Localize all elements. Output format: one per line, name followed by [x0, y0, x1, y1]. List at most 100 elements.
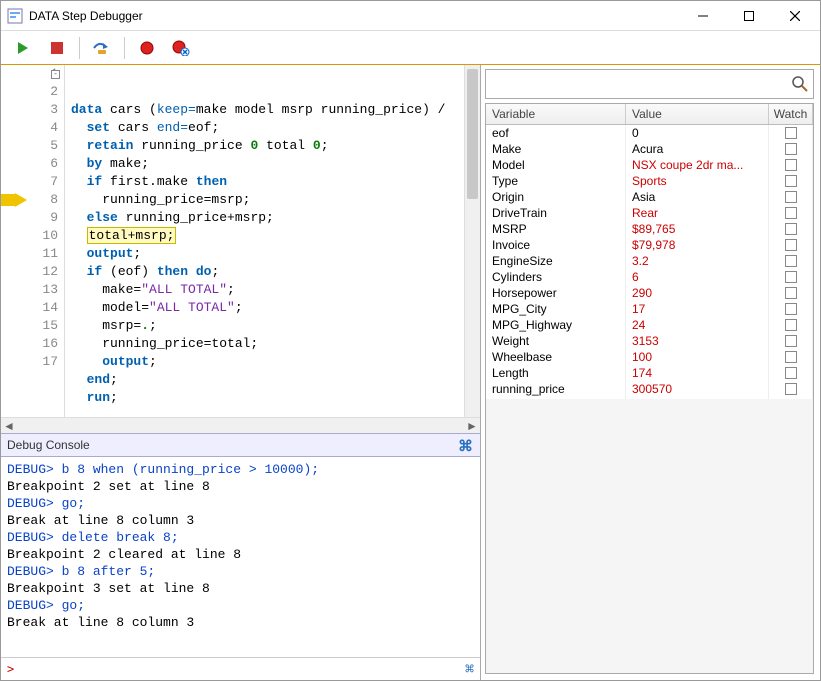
code-line[interactable]: data cars (keep=make model msrp running_…: [65, 101, 480, 119]
watch-checkbox[interactable]: [785, 207, 797, 219]
gutter-line[interactable]: 13: [1, 281, 64, 299]
variable-row[interactable]: MPG_City17: [486, 301, 813, 317]
code-line[interactable]: end;: [65, 371, 480, 389]
code-area[interactable]: data cars (keep=make model msrp running_…: [65, 65, 480, 417]
col-variable[interactable]: Variable: [486, 104, 626, 124]
variable-row[interactable]: running_price300570: [486, 381, 813, 397]
watch-checkbox[interactable]: [785, 335, 797, 347]
code-line[interactable]: set cars end=eof;: [65, 119, 480, 137]
code-editor[interactable]: 1-234567891011121314151617 data cars (ke…: [1, 65, 480, 417]
watch-checkbox[interactable]: [785, 287, 797, 299]
col-watch[interactable]: Watch: [769, 104, 813, 124]
command-input[interactable]: [18, 661, 465, 677]
horizontal-scrollbar[interactable]: ◄ ►: [1, 417, 480, 433]
gutter-line[interactable]: 11: [1, 245, 64, 263]
gutter-line[interactable]: 17: [1, 353, 64, 371]
gutter-line[interactable]: 6: [1, 155, 64, 173]
code-line[interactable]: if (eof) then do;: [65, 263, 480, 281]
variable-row[interactable]: Horsepower290: [486, 285, 813, 301]
code-line[interactable]: else running_price+msrp;: [65, 209, 480, 227]
code-line[interactable]: msrp=.;: [65, 317, 480, 335]
variable-row[interactable]: Cylinders6: [486, 269, 813, 285]
command-keys-icon[interactable]: ⌘: [465, 660, 474, 678]
watch-checkbox[interactable]: [785, 367, 797, 379]
code-line[interactable]: make="ALL TOTAL";: [65, 281, 480, 299]
variable-row[interactable]: DriveTrainRear: [486, 205, 813, 221]
variable-row[interactable]: MPG_Highway24: [486, 317, 813, 333]
step-over-button[interactable]: [92, 38, 112, 58]
variable-name: Horsepower: [486, 285, 626, 301]
variable-row[interactable]: Length174: [486, 365, 813, 381]
watch-checkbox[interactable]: [785, 143, 797, 155]
variable-row[interactable]: Weight3153: [486, 333, 813, 349]
variable-row[interactable]: EngineSize3.2: [486, 253, 813, 269]
variable-row[interactable]: MSRP$89,765: [486, 221, 813, 237]
variable-name: MPG_City: [486, 301, 626, 317]
gutter-line[interactable]: 3: [1, 101, 64, 119]
watch-checkbox[interactable]: [785, 191, 797, 203]
variable-row[interactable]: Wheelbase100: [486, 349, 813, 365]
watch-checkbox[interactable]: [785, 351, 797, 363]
vertical-scrollbar[interactable]: [464, 65, 480, 417]
variable-row[interactable]: TypeSports: [486, 173, 813, 189]
watch-cell: [769, 285, 813, 301]
gutter-line[interactable]: 14: [1, 299, 64, 317]
gutter-line[interactable]: 5: [1, 137, 64, 155]
code-line[interactable]: run;: [65, 389, 480, 407]
search-icon[interactable]: [791, 75, 809, 93]
code-line[interactable]: if first.make then: [65, 173, 480, 191]
gutter-line[interactable]: 16: [1, 335, 64, 353]
watch-checkbox[interactable]: [785, 239, 797, 251]
watch-checkbox[interactable]: [785, 255, 797, 267]
gutter-line[interactable]: 15: [1, 317, 64, 335]
gutter-line[interactable]: 12: [1, 263, 64, 281]
watch-checkbox[interactable]: [785, 383, 797, 395]
toggle-breakpoint-button[interactable]: [137, 38, 157, 58]
code-line[interactable]: by make;: [65, 155, 480, 173]
maximize-button[interactable]: [726, 1, 772, 31]
code-line[interactable]: output;: [65, 353, 480, 371]
gutter-line[interactable]: 1-: [1, 65, 64, 83]
clear-breakpoint-button[interactable]: [171, 38, 191, 58]
code-line[interactable]: model="ALL TOTAL";: [65, 299, 480, 317]
watch-checkbox[interactable]: [785, 223, 797, 235]
variable-row[interactable]: Invoice$79,978: [486, 237, 813, 253]
console-line: DEBUG> delete break 8;: [7, 529, 474, 546]
gutter-line[interactable]: 10: [1, 227, 64, 245]
code-line[interactable]: output;: [65, 245, 480, 263]
code-line[interactable]: running_price=total;: [65, 335, 480, 353]
code-line[interactable]: retain running_price 0 total 0;: [65, 137, 480, 155]
watch-checkbox[interactable]: [785, 303, 797, 315]
gutter-line[interactable]: 4: [1, 119, 64, 137]
variable-row[interactable]: OriginAsia: [486, 189, 813, 205]
watch-checkbox[interactable]: [785, 319, 797, 331]
console-detach-icon[interactable]: ⌘: [458, 437, 474, 453]
code-line[interactable]: total+msrp;: [65, 227, 480, 245]
close-button[interactable]: [772, 1, 818, 31]
fold-toggle-icon[interactable]: -: [51, 70, 60, 79]
scroll-right-icon[interactable]: ►: [464, 418, 480, 434]
watch-checkbox[interactable]: [785, 175, 797, 187]
variable-row[interactable]: Model NSX coupe 2dr ma...: [486, 157, 813, 173]
watch-checkbox[interactable]: [785, 127, 797, 139]
gutter[interactable]: 1-234567891011121314151617: [1, 65, 65, 417]
debug-console[interactable]: DEBUG> b 8 when (running_price > 10000);…: [1, 457, 480, 657]
stop-button[interactable]: [47, 38, 67, 58]
run-button[interactable]: [13, 38, 33, 58]
variable-row[interactable]: MakeAcura: [486, 141, 813, 157]
col-value[interactable]: Value: [626, 104, 769, 124]
variable-name: Wheelbase: [486, 349, 626, 365]
gutter-line[interactable]: 7: [1, 173, 64, 191]
variable-value: $89,765: [626, 221, 769, 237]
minimize-button[interactable]: [680, 1, 726, 31]
gutter-line[interactable]: 9: [1, 209, 64, 227]
gutter-line[interactable]: 8: [1, 191, 64, 209]
scroll-left-icon[interactable]: ◄: [1, 418, 17, 434]
watch-checkbox[interactable]: [785, 271, 797, 283]
gutter-line[interactable]: 2: [1, 83, 64, 101]
code-line[interactable]: running_price=msrp;: [65, 191, 480, 209]
variable-search-input[interactable]: [490, 76, 791, 92]
console-line: DEBUG> b 8 after 5;: [7, 563, 474, 580]
watch-checkbox[interactable]: [785, 159, 797, 171]
variable-row[interactable]: eof0: [486, 125, 813, 141]
